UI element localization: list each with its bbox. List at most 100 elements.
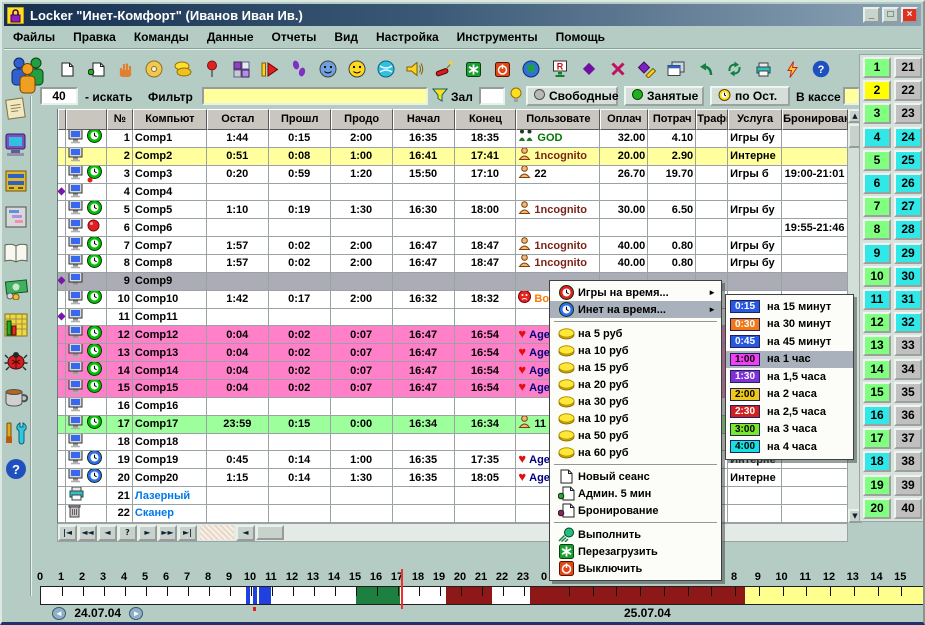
computer-button-28[interactable]: 28 xyxy=(894,219,922,240)
computer-button-15[interactable]: 15 xyxy=(863,382,891,403)
column-header[interactable]: Продо xyxy=(331,109,393,130)
context-menu-item[interactable]: Выключить xyxy=(550,560,721,577)
footsteps-icon[interactable] xyxy=(287,57,311,81)
submenu-item[interactable]: 3:00на 3 часа xyxy=(726,421,853,439)
funnel-icon[interactable] xyxy=(432,87,448,108)
computer-button-13[interactable]: 13 xyxy=(863,335,891,356)
menu-item-1[interactable]: Файлы xyxy=(4,27,64,47)
computer-button-27[interactable]: 27 xyxy=(894,196,922,217)
computer-button-21[interactable]: 21 xyxy=(894,57,922,78)
computer-button-34[interactable]: 34 xyxy=(894,359,922,380)
table-row[interactable]: 5Comp51:100:191:3016:3018:001ncognito30.… xyxy=(58,201,848,219)
computer-button-10[interactable]: 10 xyxy=(863,266,891,287)
computer-button-17[interactable]: 17 xyxy=(863,428,891,449)
column-header[interactable]: Конец xyxy=(455,109,517,130)
computer-button-22[interactable]: 22 xyxy=(894,80,922,101)
lamp-icon[interactable] xyxy=(510,87,522,108)
timeline-day2-bar[interactable] xyxy=(544,586,925,605)
table-row[interactable]: 7Comp71:570:022:0016:4718:471ncognito40.… xyxy=(58,237,848,255)
nav-button-2[interactable]: ◄◄ xyxy=(78,525,97,541)
tools-icon[interactable] xyxy=(3,420,29,446)
computer-button-38[interactable]: 38 xyxy=(894,451,922,472)
computer-button-2[interactable]: 2 xyxy=(863,80,891,101)
diamond-purple-icon[interactable]: ◆ xyxy=(577,57,601,81)
column-header[interactable]: Потрач xyxy=(648,109,696,130)
computer-button-5[interactable]: 5 xyxy=(863,150,891,171)
menu-item-2[interactable]: Правка xyxy=(64,27,125,47)
computer-button-16[interactable]: 16 xyxy=(863,405,891,426)
column-header[interactable]: Остал xyxy=(207,109,269,130)
hall-field[interactable] xyxy=(479,87,505,105)
computer-button-25[interactable]: 25 xyxy=(894,150,922,171)
book-icon[interactable] xyxy=(3,240,29,266)
context-menu-item[interactable]: на 60 руб xyxy=(550,444,721,461)
computer-button-35[interactable]: 35 xyxy=(894,382,922,403)
context-menu-item[interactable]: Перезагрузить xyxy=(550,543,721,560)
computer-button-8[interactable]: 8 xyxy=(863,219,891,240)
computer-button-20[interactable]: 20 xyxy=(863,498,891,519)
context-menu-item[interactable]: на 5 руб xyxy=(550,325,721,342)
lightning-icon[interactable] xyxy=(780,57,804,81)
busy-computers-button[interactable]: Занятые xyxy=(624,86,704,106)
context-menu-item[interactable]: на 10 руб xyxy=(550,342,721,359)
table-row[interactable]: 2Comp20:510:081:0016:4117:411ncognito20.… xyxy=(58,148,848,166)
column-header[interactable]: Прошл xyxy=(269,109,331,130)
column-header[interactable] xyxy=(58,109,66,130)
nav-button-5[interactable]: ► xyxy=(138,525,157,541)
stats-icon[interactable] xyxy=(3,312,29,338)
submenu-item[interactable]: 2:00на 2 часа xyxy=(726,386,853,404)
context-menu-item[interactable]: Игры на время...► xyxy=(550,284,721,301)
remote-r-icon[interactable]: R xyxy=(548,57,572,81)
context-menu-item[interactable]: Новый сеанс xyxy=(550,468,721,485)
nav-button-7[interactable]: ►| xyxy=(178,525,197,541)
column-header[interactable]: Оплач xyxy=(600,109,648,130)
edit-diamond-icon[interactable] xyxy=(635,57,659,81)
column-header[interactable]: Бронирован xyxy=(782,109,848,130)
notes-icon[interactable] xyxy=(3,96,29,122)
nav-button-4[interactable]: ? xyxy=(118,525,137,541)
submenu-item[interactable]: 4:00на 4 часа xyxy=(726,438,853,456)
column-header[interactable]: Компьют xyxy=(133,109,207,130)
table-row[interactable]: ◆4Comp4 xyxy=(58,184,848,202)
computer-button-23[interactable]: 23 xyxy=(894,103,922,124)
context-menu-item[interactable]: на 10 руб xyxy=(550,410,721,427)
h-scroll-left-icon[interactable]: ◄ xyxy=(236,525,255,541)
computer-icon[interactable] xyxy=(3,132,29,158)
menu-item-3[interactable]: Команды xyxy=(125,27,198,47)
computer-button-1[interactable]: 1 xyxy=(863,57,891,78)
column-header[interactable]: Пользовате xyxy=(516,109,600,130)
computer-button-31[interactable]: 31 xyxy=(894,289,922,310)
nav-button-6[interactable]: ►► xyxy=(158,525,177,541)
next-day-icon[interactable]: ► xyxy=(129,607,143,620)
help2-icon[interactable]: ? xyxy=(3,456,29,482)
computer-button-30[interactable]: 30 xyxy=(894,266,922,287)
undo-icon[interactable] xyxy=(693,57,717,81)
computer-button-19[interactable]: 19 xyxy=(863,475,891,496)
coins-icon[interactable] xyxy=(171,57,195,81)
table-row[interactable]: 22Сканер xyxy=(58,505,848,523)
table-row[interactable]: ◆9Comp9 xyxy=(58,273,848,291)
computer-button-11[interactable]: 11 xyxy=(863,289,891,310)
column-header[interactable]: Начал xyxy=(393,109,455,130)
computer-button-9[interactable]: 9 xyxy=(863,243,891,264)
context-menu-item[interactable]: Выполнить xyxy=(550,526,721,543)
windows-icon[interactable] xyxy=(664,57,688,81)
cd-icon[interactable] xyxy=(142,57,166,81)
table-row[interactable]: 3Comp30:200:591:2015:5017:102226.7019.70… xyxy=(58,166,848,184)
column-header[interactable]: Услуга xyxy=(728,109,782,130)
column-header[interactable]: № xyxy=(107,109,133,130)
table-row[interactable]: 20Comp201:150:141:3016:3518:05♥Agent 007… xyxy=(58,469,848,487)
close-button[interactable]: × xyxy=(901,7,918,23)
column-header[interactable]: Трафи xyxy=(696,109,728,130)
menu-item-4[interactable]: Данные xyxy=(198,27,263,47)
dynamite-icon[interactable] xyxy=(432,57,456,81)
face-blue-icon[interactable] xyxy=(316,57,340,81)
context-menu-item[interactable]: на 20 руб xyxy=(550,376,721,393)
minimize-button[interactable]: _ xyxy=(863,7,880,23)
pin-icon[interactable] xyxy=(200,57,224,81)
column-header[interactable] xyxy=(66,109,107,130)
computer-button-33[interactable]: 33 xyxy=(894,335,922,356)
computer-button-12[interactable]: 12 xyxy=(863,312,891,333)
table-row[interactable]: 6Comp619:55-21:46 xyxy=(58,219,848,237)
server-icon[interactable] xyxy=(3,168,29,194)
